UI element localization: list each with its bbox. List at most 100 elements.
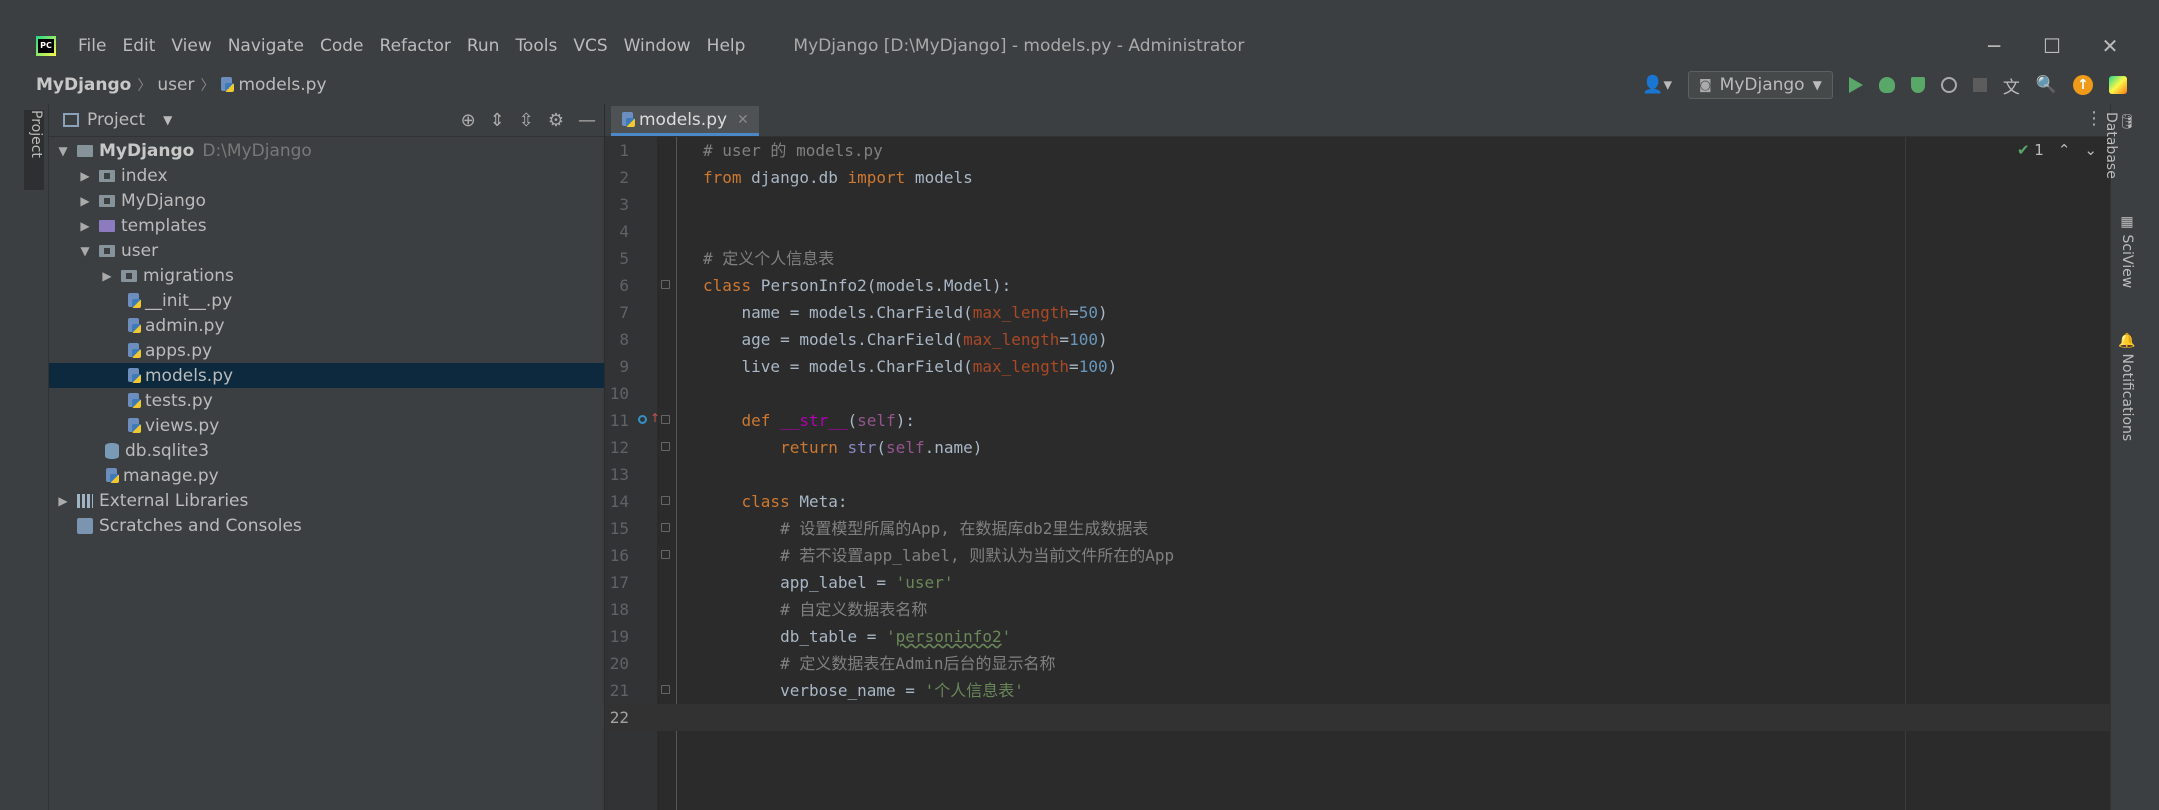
sciview-tool-tab[interactable]: ▦ SciView [2115, 214, 2135, 294]
update-icon[interactable]: ↑ [2073, 75, 2093, 95]
profile-icon[interactable] [1940, 77, 1957, 93]
notifications-tool-tab[interactable]: 🔔 Notifications [2115, 332, 2135, 442]
code-line: 14 class Meta: [605, 488, 2111, 515]
hide-icon[interactable]: — [578, 110, 596, 131]
line-number: 4 [619, 222, 629, 241]
code-line: 19 db_table = 'personinfo2' [605, 623, 2111, 650]
fold-icon[interactable] [661, 442, 670, 451]
fold-icon[interactable] [661, 550, 670, 559]
code-line: 9 live = models.CharField(max_length=100… [605, 353, 2111, 380]
line-number: 18 [609, 600, 629, 619]
collapse-all-icon[interactable]: ⇳ [519, 110, 534, 131]
templates-folder-icon [99, 219, 115, 232]
tree-item-models[interactable]: models.py [49, 363, 604, 388]
more-icon[interactable]: ⋮ [2085, 108, 2103, 129]
django-icon: ◙ [1699, 77, 1712, 93]
line-number: 9 [619, 357, 629, 376]
expand-all-icon[interactable]: ⇕ [490, 110, 505, 131]
line-number: 19 [609, 627, 629, 646]
menu-file[interactable]: File [78, 36, 106, 56]
package-icon [99, 244, 115, 257]
chevron-right-icon: ▶ [80, 218, 90, 233]
breadcrumb-project[interactable]: MyDjango [36, 75, 131, 95]
tree-label: __init__.py [145, 290, 233, 311]
code-editor[interactable]: ✔ 1 ⌃ ⌄ 1 # user 的 models.py 2 from djan… [605, 137, 2111, 810]
translate-icon[interactable]: 文 [2003, 73, 2020, 98]
fold-icon[interactable] [661, 280, 670, 289]
user-icon[interactable]: 👤▾ [1642, 75, 1672, 95]
code-line: 21 verbose_name = '个人信息表' [605, 677, 2111, 704]
project-panel-tools: ⊕ ⇕ ⇳ ⚙ — [461, 104, 604, 136]
tree-item-user[interactable]: ▼ user [49, 238, 604, 263]
tree-label: Scratches and Consoles [99, 515, 302, 536]
code-line: 20 # 定义数据表在Admin后台的显示名称 [605, 650, 2111, 677]
tree-label: External Libraries [99, 490, 249, 511]
tree-item-views[interactable]: views.py [49, 413, 604, 438]
tree-item-init[interactable]: __init__.py [49, 288, 604, 313]
menu-vcs[interactable]: VCS [573, 36, 607, 56]
code-text: name = models.CharField(max_length=50) [703, 303, 1108, 322]
line-number: 22 [609, 708, 629, 727]
menu-window[interactable]: Window [624, 36, 691, 56]
menu-tools[interactable]: Tools [515, 36, 557, 56]
title-bar: File Edit View Navigate Code Refactor Ru… [20, 26, 2139, 66]
toolbox-icon[interactable] [2109, 76, 2127, 94]
database-tool-tab[interactable]: 🛢 Database [2103, 112, 2135, 192]
line-number: 5 [619, 249, 629, 268]
fold-icon[interactable] [661, 685, 670, 694]
close-icon[interactable]: ✕ [737, 112, 749, 128]
fold-icon[interactable] [661, 523, 670, 532]
tree-item-index[interactable]: ▶ index [49, 163, 604, 188]
code-text: # 若不设置app_label, 则默认为当前文件所在的App [703, 546, 1175, 565]
tree-item-manage[interactable]: manage.py [49, 463, 604, 488]
tree-item-db[interactable]: db.sqlite3 [49, 438, 604, 463]
tree-label: migrations [143, 265, 234, 286]
menu-code[interactable]: Code [320, 36, 364, 56]
minimize-button[interactable]: ─ [1965, 26, 2023, 66]
tab-models-py[interactable]: models.py ✕ [611, 106, 759, 136]
menu-refactor[interactable]: Refactor [380, 36, 451, 56]
line-number: 7 [619, 303, 629, 322]
fold-icon[interactable] [661, 415, 670, 424]
locate-icon[interactable]: ⊕ [461, 110, 476, 131]
tree-item-scratches[interactable]: Scratches and Consoles [49, 513, 604, 538]
right-tool-strip: 🛢 Database ▦ SciView 🔔 Notifications [2103, 104, 2139, 810]
tree-item-apps[interactable]: apps.py [49, 338, 604, 363]
close-button[interactable]: ✕ [2081, 26, 2139, 66]
breadcrumb-file[interactable]: models.py [238, 75, 326, 95]
stop-icon[interactable] [1972, 78, 1987, 92]
code-line: 2 from django.db import models [605, 164, 2111, 191]
tree-item-tests[interactable]: tests.py [49, 388, 604, 413]
tree-root-name: MyDjango [99, 140, 195, 161]
gear-icon[interactable]: ⚙ [548, 110, 564, 131]
run-config-dropdown[interactable]: ◙ MyDjango ▼ [1688, 71, 1833, 99]
breadcrumb-folder[interactable]: user [157, 75, 194, 95]
chevron-down-icon[interactable]: ▼ [163, 113, 172, 127]
tree-item-migrations[interactable]: ▶ migrations [49, 263, 604, 288]
tree-item-external-libraries[interactable]: ▶ External Libraries [49, 488, 604, 513]
overrides-icon[interactable] [638, 415, 647, 424]
menu-view[interactable]: View [171, 36, 211, 56]
tree-item-admin[interactable]: admin.py [49, 313, 604, 338]
search-icon[interactable]: 🔍 [2036, 75, 2057, 95]
maximize-button[interactable]: ☐ [2023, 26, 2081, 66]
run-icon[interactable] [1848, 77, 1863, 93]
menu-help[interactable]: Help [707, 36, 746, 56]
tree-item-templates[interactable]: ▶ templates [49, 213, 604, 238]
debug-icon[interactable] [1878, 77, 1895, 93]
line-number: 13 [609, 465, 629, 484]
tree-item-root[interactable]: ▼ MyDjango D:\MyDjango [49, 138, 604, 163]
menu-navigate[interactable]: Navigate [228, 36, 304, 56]
tree-item-mydjango[interactable]: ▶ MyDjango [49, 188, 604, 213]
project-panel-title[interactable]: Project [87, 110, 145, 130]
menu-run[interactable]: Run [467, 36, 500, 56]
chevron-down-icon: ▼ [80, 243, 90, 258]
coverage-icon[interactable] [1910, 77, 1925, 93]
fold-icon[interactable] [661, 496, 670, 505]
package-icon [99, 194, 115, 207]
project-icon [63, 113, 79, 127]
project-tool-tab[interactable]: Project [24, 110, 44, 190]
editor-tabs: models.py ✕ ⋮ [605, 104, 2111, 137]
python-file-icon [127, 292, 141, 309]
menu-edit[interactable]: Edit [122, 36, 155, 56]
